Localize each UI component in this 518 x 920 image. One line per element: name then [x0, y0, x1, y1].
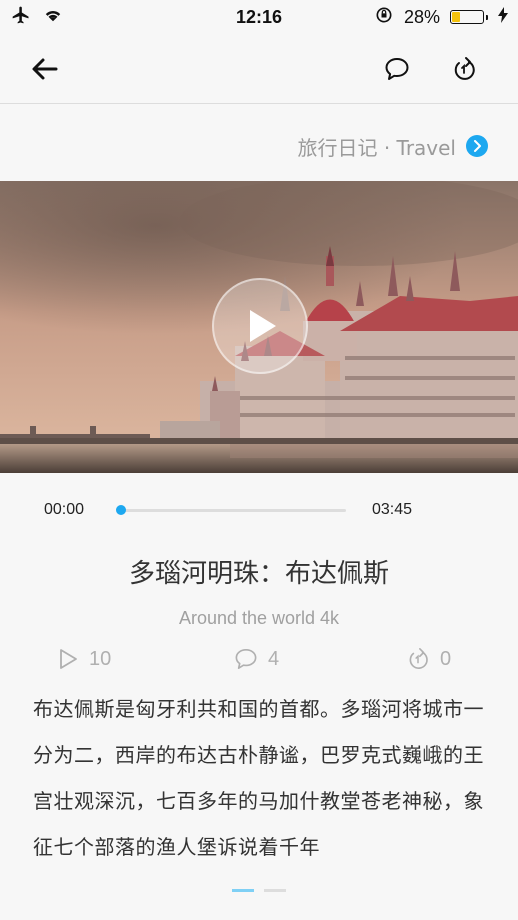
video-player[interactable] — [0, 181, 518, 473]
nav-bar — [0, 34, 518, 104]
back-arrow-icon — [32, 58, 58, 80]
page-dot-1[interactable] — [232, 889, 254, 892]
comment-count-value: 4 — [268, 647, 280, 670]
play-count: 10 — [57, 643, 111, 675]
category-link[interactable]: 旅行日记 · Travel — [297, 130, 488, 162]
page-dot-2[interactable] — [264, 889, 286, 892]
comment-outline-icon — [235, 649, 257, 669]
rotation-lock-icon — [374, 5, 394, 30]
battery-fill — [452, 12, 461, 22]
battery-percent: 28% — [403, 6, 440, 27]
charging-bolt-icon — [498, 6, 508, 28]
article-title: 多瑙河明珠：布达佩斯 — [128, 559, 389, 589]
battery-icon — [450, 10, 488, 24]
chevron-right-icon — [466, 135, 488, 157]
back-button[interactable] — [27, 52, 61, 86]
play-button[interactable] — [212, 278, 308, 374]
share-outline-icon — [409, 648, 428, 669]
article-subtitle: Around the world 4k — [178, 608, 340, 628]
progress-track[interactable] — [120, 509, 346, 512]
play-icon — [250, 310, 276, 342]
share-count[interactable]: 0 — [406, 643, 451, 675]
comment-count[interactable]: 4 — [234, 643, 279, 675]
play-outline-icon — [60, 649, 77, 669]
current-time: 00:00 — [44, 501, 85, 518]
total-time: 03:45 — [372, 501, 413, 518]
status-bar: 12:16 28% — [0, 0, 518, 34]
page-indicator — [232, 889, 286, 892]
wifi-icon — [42, 6, 64, 29]
share-icon — [454, 57, 475, 80]
comment-button[interactable] — [380, 52, 414, 86]
airplane-icon — [10, 5, 32, 30]
category-label: 旅行日记 · Travel — [297, 135, 456, 160]
player-controls: 00:00 03:45 — [0, 495, 518, 525]
share-count-value: 0 — [440, 647, 452, 670]
stats-row: 10 4 0 — [0, 643, 518, 675]
progress-thumb[interactable] — [116, 505, 126, 515]
article-description: 布达佩斯是匈牙利共和国的首都。多瑙河将城市一分为二，西岸的布达古朴静谧，巴罗克式… — [33, 697, 484, 856]
share-button[interactable] — [447, 52, 481, 86]
play-count-value: 10 — [89, 647, 112, 670]
comment-icon — [385, 58, 409, 80]
